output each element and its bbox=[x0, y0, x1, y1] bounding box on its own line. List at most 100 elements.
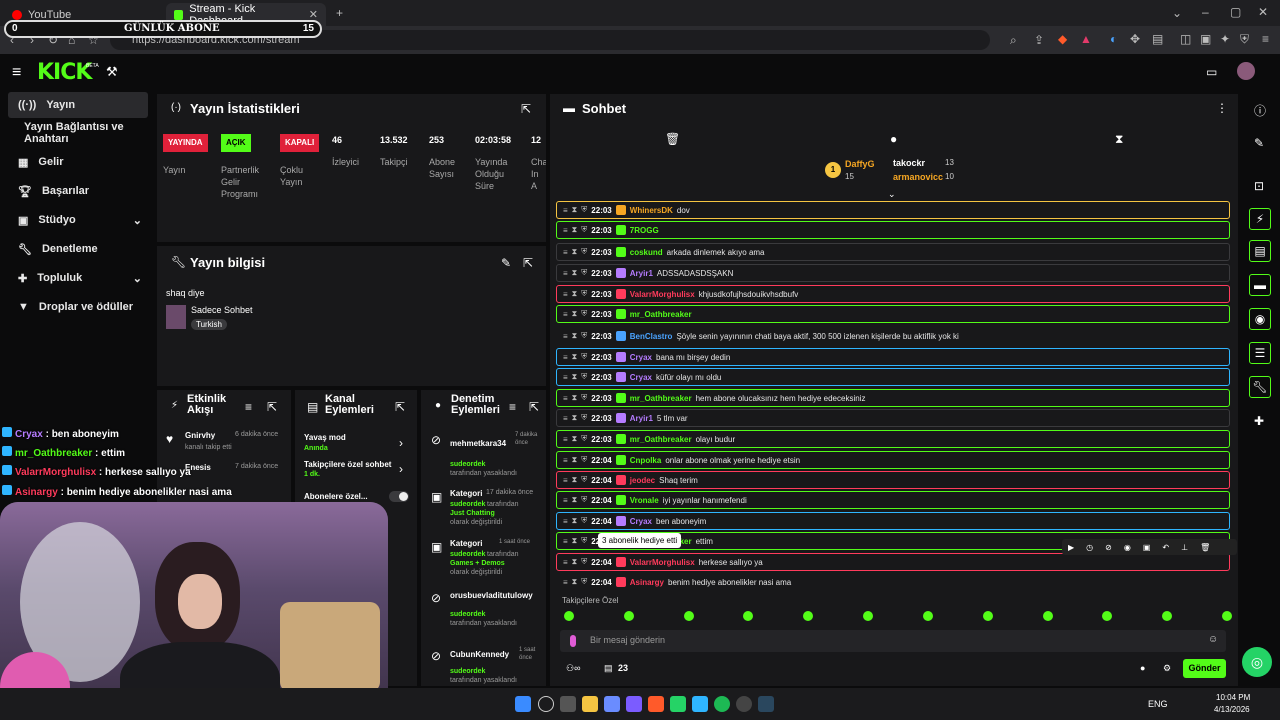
emote-icon[interactable] bbox=[683, 611, 694, 621]
edit-icon[interactable]: ✎ bbox=[501, 256, 511, 270]
shield-icon[interactable]: ⛨ bbox=[581, 516, 587, 526]
emote-icon[interactable] bbox=[922, 611, 933, 621]
drag-handle-icon[interactable]: ≡ bbox=[563, 290, 568, 299]
app-icon[interactable] bbox=[692, 696, 708, 712]
drag-handle-icon[interactable]: ≡ bbox=[563, 537, 568, 546]
emoji-icon[interactable]: ☺ bbox=[1208, 634, 1218, 645]
spotify-icon[interactable] bbox=[714, 696, 730, 712]
trash-icon[interactable]: 🗑︎ bbox=[665, 132, 680, 146]
message-username[interactable]: 7ROGG bbox=[630, 226, 659, 235]
collapse-icon[interactable]: ⌄ bbox=[888, 189, 896, 200]
sidebar-item-yayin[interactable]: ((·)) Yayın bbox=[8, 92, 148, 118]
menu-icon[interactable]: ≡ bbox=[1262, 32, 1269, 46]
play-icon[interactable]: ▶ bbox=[1068, 543, 1074, 552]
hourglass-icon[interactable]: ⧗ bbox=[572, 247, 578, 257]
reply-icon[interactable]: ↶ bbox=[1162, 543, 1169, 552]
document-icon[interactable]: ▤ bbox=[1249, 240, 1271, 262]
brave-shields-icon[interactable]: ◆ bbox=[1058, 32, 1067, 46]
drag-handle-icon[interactable]: ≡ bbox=[563, 394, 568, 403]
leo-icon[interactable]: ✦ bbox=[1220, 32, 1230, 46]
emote-icon[interactable] bbox=[982, 611, 993, 621]
filter-icon[interactable]: ≡ bbox=[509, 400, 516, 414]
app-icon[interactable] bbox=[604, 696, 620, 712]
clock-icon[interactable]: ◷ bbox=[1086, 543, 1093, 552]
chat-message[interactable]: ≡ ⧗ ⛨ 22:04 ValarrMorghulisx herkese sallıyo … bbox=[556, 553, 1230, 571]
file-explorer-icon[interactable] bbox=[582, 696, 598, 712]
hourglass-icon[interactable]: ⧗ bbox=[572, 577, 578, 587]
shield-icon[interactable]: ⛨ bbox=[581, 225, 587, 235]
language-indicator[interactable]: ENG bbox=[1148, 699, 1168, 709]
hourglass-icon[interactable]: ⧗ bbox=[572, 475, 578, 485]
hourglass-icon[interactable]: ⧗ bbox=[572, 309, 578, 319]
mod-item-user[interactable]: mehmetkara34 bbox=[450, 439, 506, 448]
sidebar-item-stream-key[interactable]: Yayın Bağlantısı ve Anahtarı bbox=[8, 120, 148, 146]
new-tab-icon[interactable]: + bbox=[336, 6, 343, 20]
obs-icon[interactable] bbox=[736, 696, 752, 712]
chat-message[interactable]: ≡ ⧗ ⛨ 22:04 Asinargy benim hediye abonelikler… bbox=[556, 573, 1230, 591]
chevron-right-icon[interactable]: › bbox=[399, 462, 403, 476]
sidebar-item-droplar[interactable]: ▼ Droplar ve ödüller bbox=[8, 294, 148, 320]
category-name[interactable]: Sadece Sohbet bbox=[191, 305, 253, 315]
message-username[interactable]: Aryir1 bbox=[630, 414, 653, 423]
shield-icon[interactable]: ⛨ bbox=[581, 309, 587, 319]
drag-handle-icon[interactable]: ≡ bbox=[563, 206, 568, 215]
leader-name[interactable]: takockr bbox=[893, 158, 925, 168]
emote-icon[interactable] bbox=[1162, 611, 1173, 621]
shield-icon[interactable]: ⛨ bbox=[581, 331, 587, 341]
shield-icon[interactable]: ⛨ bbox=[581, 289, 587, 299]
message-username[interactable]: Cryax bbox=[630, 373, 652, 382]
message-username[interactable]: BenClastro bbox=[630, 332, 673, 341]
emote-icon[interactable] bbox=[1221, 611, 1232, 621]
windows-start-icon[interactable] bbox=[515, 696, 531, 712]
support-chat-icon[interactable]: ◎ bbox=[1242, 647, 1272, 677]
chat-input-box[interactable]: Bir mesaj gönderin ☺ bbox=[560, 630, 1226, 652]
drag-handle-icon[interactable]: ≡ bbox=[563, 496, 568, 505]
shield-icon[interactable]: ⛨ bbox=[581, 434, 587, 444]
hourglass-icon[interactable]: ⧗ bbox=[572, 393, 578, 403]
hourglass-icon[interactable]: ⧗ bbox=[572, 495, 578, 505]
filter-icon[interactable]: ≡ bbox=[245, 400, 252, 414]
message-username[interactable]: coskund bbox=[630, 248, 663, 257]
emote-icon[interactable] bbox=[863, 611, 874, 621]
emote-icon[interactable] bbox=[564, 611, 574, 621]
pin-icon[interactable]: ⊥ bbox=[1181, 543, 1188, 552]
subs-only-toggle[interactable] bbox=[389, 491, 409, 502]
message-username[interactable]: mr_Oathbreaker bbox=[630, 394, 692, 403]
chat-message[interactable]: ≡ ⧗ ⛨ 22:03 Aryir1 5 tlm var bbox=[556, 409, 1230, 427]
hourglass-icon[interactable]: ⧗ bbox=[572, 289, 578, 299]
drag-handle-icon[interactable]: ≡ bbox=[563, 353, 568, 362]
drag-handle-icon[interactable]: ≡ bbox=[563, 414, 568, 423]
chat-message[interactable]: ≡ ⧗ ⛨ 22:03 coskund arkada dinlemek akıyo ama bbox=[556, 243, 1230, 261]
message-username[interactable]: Cnpolka bbox=[630, 456, 662, 465]
delete-icon[interactable]: 🗑︎ bbox=[1200, 543, 1210, 552]
clock-date[interactable]: 4/13/2026 bbox=[1214, 705, 1250, 714]
shield-icon[interactable]: ⛨ bbox=[581, 536, 587, 546]
whatsapp-icon[interactable] bbox=[670, 696, 686, 712]
cast-icon[interactable]: ▭ bbox=[1206, 65, 1217, 79]
drag-handle-icon[interactable]: ≡ bbox=[563, 226, 568, 235]
shield-icon[interactable]: ⛨ bbox=[581, 247, 587, 257]
chat-message[interactable]: ≡ ⧗ ⛨ 22:03 BenClastro Şöyle senin yayınının … bbox=[556, 327, 1230, 345]
pen-icon[interactable]: ✎ bbox=[1254, 136, 1264, 150]
mod-item-by[interactable]: sudeordek bbox=[450, 551, 485, 558]
popout-icon[interactable]: ⇱ bbox=[267, 400, 277, 414]
close-window-icon[interactable]: ✕ bbox=[1258, 5, 1268, 19]
clock-time[interactable]: 10:04 PM bbox=[1216, 693, 1250, 702]
message-username[interactable]: Aryir1 bbox=[630, 269, 653, 278]
chat-bubble-icon[interactable]: ▬ bbox=[1249, 274, 1271, 296]
hourglass-icon[interactable]: ⧗ bbox=[572, 434, 578, 444]
eye-icon[interactable]: ◉ bbox=[1124, 543, 1131, 552]
popout-icon[interactable]: ⇱ bbox=[529, 400, 539, 414]
drag-handle-icon[interactable]: ≡ bbox=[563, 248, 568, 257]
sidebar-item-basarilar[interactable]: 🏆︎ Başarılar bbox=[8, 178, 148, 204]
chat-bubble-icon[interactable]: ● bbox=[890, 132, 897, 146]
mod-item-by[interactable]: sudeordek bbox=[450, 611, 485, 618]
chat-message[interactable]: ≡ ⧗ ⛨ 22:03 Cryax küfür olayı mı oldu bbox=[556, 368, 1230, 386]
emote-icon[interactable] bbox=[623, 611, 634, 621]
mod-item-by[interactable]: sudeordek bbox=[450, 668, 485, 675]
sidebar-item-gelir[interactable]: ▦ Gelir bbox=[8, 149, 148, 175]
chat-mode-icon[interactable]: ● bbox=[1140, 663, 1145, 673]
drag-handle-icon[interactable]: ≡ bbox=[563, 310, 568, 319]
task-view-icon[interactable] bbox=[560, 696, 576, 712]
language-tag[interactable]: Turkish bbox=[191, 319, 227, 330]
